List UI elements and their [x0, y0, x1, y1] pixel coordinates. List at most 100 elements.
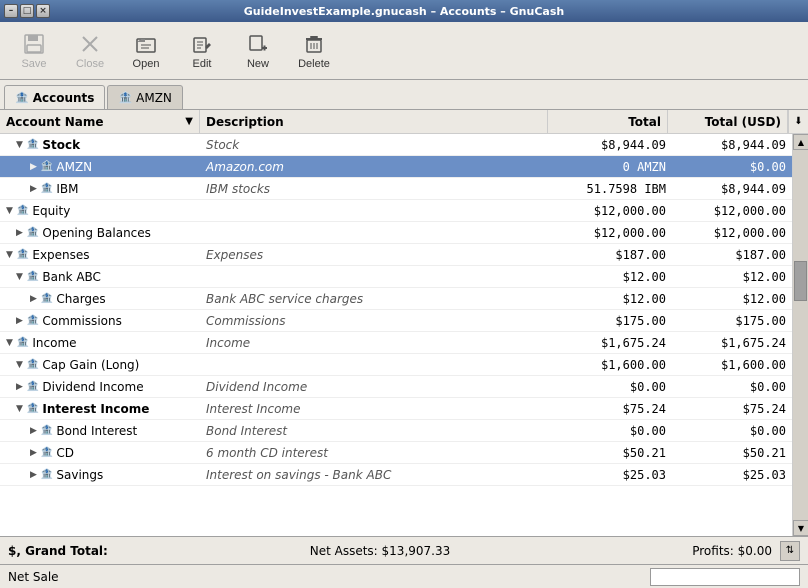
table-row[interactable]: ▼🏦Equity$12,000.00$12,000.00 [0, 200, 792, 222]
account-desc: Dividend Income [200, 378, 552, 396]
tab-amzn[interactable]: 🏦 AMZN [107, 85, 182, 109]
account-total: $12,000.00 [552, 202, 672, 220]
table-row[interactable]: ▶🏦SavingsInterest on savings - Bank ABC$… [0, 464, 792, 486]
grand-total-label: $, Grand Total: [8, 544, 148, 558]
expand-arrow-icon[interactable]: ▶ [30, 294, 37, 304]
table-row[interactable]: ▶🏦ChargesBank ABC service charges$12.00$… [0, 288, 792, 310]
account-total-usd: $175.00 [672, 312, 792, 330]
scroll-thumb[interactable] [794, 261, 807, 301]
account-name: Savings [56, 468, 103, 482]
scroll-top-btn[interactable]: ⬇ [788, 110, 808, 133]
account-icon: 🏦 [17, 205, 29, 216]
account-desc: Bank ABC service charges [200, 290, 552, 308]
account-total-usd: $0.00 [672, 158, 792, 176]
col-total-usd[interactable]: Total (USD) [668, 110, 788, 133]
statusbar-text: Net Sale [8, 570, 642, 584]
col-total[interactable]: Total [548, 110, 668, 133]
delete-label: Delete [298, 58, 330, 70]
account-total: 51.7598 IBM [552, 180, 672, 198]
account-desc: IBM stocks [200, 180, 552, 198]
account-total-usd: $1,600.00 [672, 356, 792, 374]
open-button[interactable]: Open [120, 27, 172, 75]
account-desc: Interest Income [200, 400, 552, 418]
account-total-usd: $12,000.00 [672, 224, 792, 242]
account-total: $1,675.24 [552, 334, 672, 352]
expand-arrow-icon[interactable]: ▼ [16, 272, 23, 282]
table-row[interactable]: ▶🏦CD6 month CD interest$50.21$50.21 [0, 442, 792, 464]
expand-arrow-icon[interactable]: ▶ [30, 448, 37, 458]
table-row[interactable]: ▶🏦AMZNAmazon.com0 AMZN$0.00 [0, 156, 792, 178]
account-total: $0.00 [552, 378, 672, 396]
expand-arrow-icon[interactable]: ▶ [30, 470, 37, 480]
tab-accounts[interactable]: 🏦 Accounts [4, 85, 105, 109]
delete-icon [302, 32, 326, 56]
minimize-button[interactable]: – [4, 4, 18, 18]
scroll-up-button[interactable]: ▲ [793, 134, 808, 150]
table-row[interactable]: ▶🏦Opening Balances$12,000.00$12,000.00 [0, 222, 792, 244]
account-name: Equity [32, 204, 70, 218]
expand-arrow-icon[interactable]: ▼ [16, 360, 23, 370]
account-icon: 🏦 [27, 139, 39, 150]
expand-arrow-icon[interactable]: ▼ [6, 338, 13, 348]
account-icon: 🏦 [27, 227, 39, 238]
account-desc [200, 275, 552, 279]
table-area: ▼🏦StockStock$8,944.09$8,944.09▶🏦AMZNAmaz… [0, 134, 808, 536]
expand-arrow-icon[interactable]: ▼ [16, 140, 23, 150]
expand-arrow-icon[interactable]: ▶ [16, 382, 23, 392]
titlebar: – □ × GuideInvestExample.gnucash – Accou… [0, 0, 808, 22]
table-row[interactable]: ▼🏦Cap Gain (Long)$1,600.00$1,600.00 [0, 354, 792, 376]
account-total: $12.00 [552, 268, 672, 286]
account-icon: 🏦 [27, 403, 39, 414]
account-icon: 🏦 [41, 469, 53, 480]
statusbar: Net Sale [0, 564, 808, 588]
profits-value: Profits: $0.00 [612, 544, 772, 558]
expand-arrow-icon[interactable]: ▶ [16, 316, 23, 326]
edit-button[interactable]: Edit [176, 27, 228, 75]
window-controls[interactable]: – □ × [4, 4, 50, 18]
account-desc: 6 month CD interest [200, 444, 552, 462]
open-label: Open [133, 58, 160, 70]
table-row[interactable]: ▶🏦Dividend IncomeDividend Income$0.00$0.… [0, 376, 792, 398]
accounts-tab-icon: 🏦 [15, 91, 29, 104]
vertical-scrollbar[interactable]: ▲ ▼ [792, 134, 808, 536]
table-row[interactable]: ▼🏦Bank ABC$12.00$12.00 [0, 266, 792, 288]
table-row[interactable]: ▼🏦Interest IncomeInterest Income$75.24$7… [0, 398, 792, 420]
account-total-usd: $187.00 [672, 246, 792, 264]
expand-arrow-icon[interactable]: ▶ [16, 228, 23, 238]
statusbar-input[interactable] [650, 568, 800, 586]
expand-arrow-icon[interactable]: ▶ [30, 162, 37, 172]
edit-label: Edit [193, 58, 212, 70]
footer-sort-button[interactable]: ⇅ [780, 541, 800, 561]
table-body[interactable]: ▼🏦StockStock$8,944.09$8,944.09▶🏦AMZNAmaz… [0, 134, 792, 536]
scroll-track[interactable] [793, 150, 808, 520]
save-button[interactable]: Save [8, 27, 60, 75]
close-button-toolbar[interactable]: Close [64, 27, 116, 75]
account-icon: 🏦 [41, 447, 53, 458]
expand-arrow-icon[interactable]: ▶ [30, 426, 37, 436]
scroll-down-button[interactable]: ▼ [793, 520, 808, 536]
expand-arrow-icon[interactable]: ▼ [6, 250, 13, 260]
delete-button[interactable]: Delete [288, 27, 340, 75]
maximize-button[interactable]: □ [20, 4, 34, 18]
table-row[interactable]: ▼🏦ExpensesExpenses$187.00$187.00 [0, 244, 792, 266]
table-row[interactable]: ▼🏦IncomeIncome$1,675.24$1,675.24 [0, 332, 792, 354]
window-title: GuideInvestExample.gnucash – Accounts – … [244, 5, 564, 18]
table-header: Account Name ▼ Description Total Total (… [0, 110, 808, 134]
account-total: $12,000.00 [552, 224, 672, 242]
table-row[interactable]: ▼🏦StockStock$8,944.09$8,944.09 [0, 134, 792, 156]
table-row[interactable]: ▶🏦CommissionsCommissions$175.00$175.00 [0, 310, 792, 332]
expand-arrow-icon[interactable]: ▶ [30, 184, 37, 194]
save-label: Save [21, 58, 46, 70]
close-button[interactable]: × [36, 4, 50, 18]
expand-arrow-icon[interactable]: ▼ [16, 404, 23, 414]
new-button[interactable]: New [232, 27, 284, 75]
table-row[interactable]: ▶🏦Bond InterestBond Interest$0.00$0.00 [0, 420, 792, 442]
account-name: Expenses [32, 248, 89, 262]
col-account-name[interactable]: Account Name ▼ [0, 110, 200, 133]
table-row[interactable]: ▶🏦IBMIBM stocks51.7598 IBM$8,944.09 [0, 178, 792, 200]
account-total: $0.00 [552, 422, 672, 440]
toolbar: Save Close Open [0, 22, 808, 80]
account-name: Cap Gain (Long) [42, 358, 139, 372]
col-description[interactable]: Description [200, 110, 548, 133]
expand-arrow-icon[interactable]: ▼ [6, 206, 13, 216]
